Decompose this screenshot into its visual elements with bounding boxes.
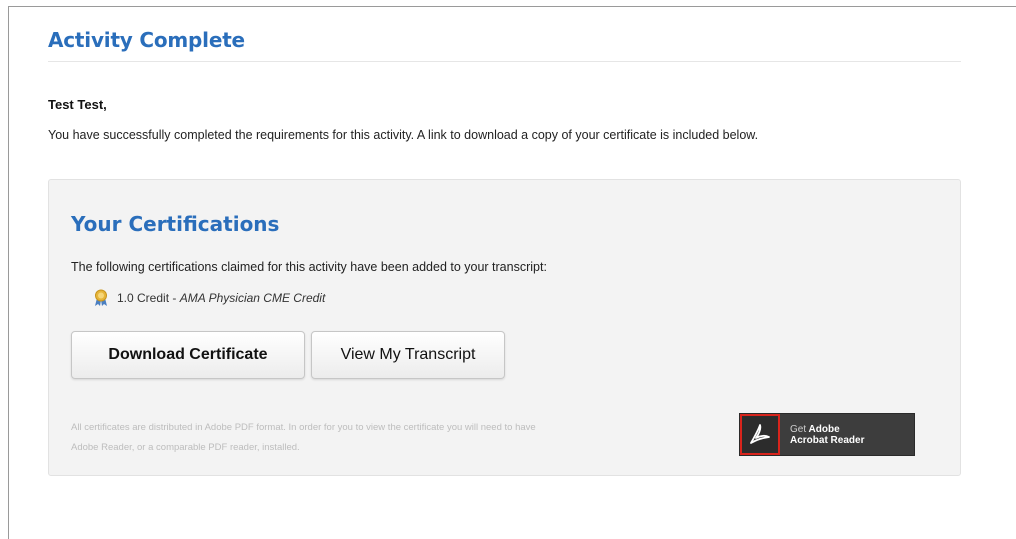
download-certificate-button[interactable]: Download Certificate	[71, 331, 305, 379]
get-adobe-reader-link[interactable]: Get Adobe Acrobat Reader	[739, 413, 915, 456]
completion-message: You have successfully completed the requ…	[48, 128, 759, 142]
pdf-format-note: All certificates are distributed in Adob…	[71, 418, 711, 458]
greeting-name: Test Test,	[48, 97, 107, 112]
certifications-panel: Your Certifications The following certif…	[48, 179, 961, 476]
title-divider	[48, 61, 961, 62]
credit-list-item: 1.0 Credit - AMA Physician CME Credit	[93, 289, 325, 307]
pdf-note-line-2: Adobe Reader, or a comparable PDF reader…	[71, 442, 300, 453]
adobe-badge-brand: Adobe	[808, 423, 840, 435]
page-title: Activity Complete	[48, 28, 245, 52]
award-ribbon-icon	[93, 289, 109, 307]
adobe-badge-get: Get	[790, 423, 807, 435]
view-transcript-button[interactable]: View My Transcript	[311, 331, 505, 379]
credit-amount: 1.0 Credit	[117, 291, 170, 305]
adobe-badge-product: Acrobat Reader	[790, 434, 865, 446]
certifications-description: The following certifications claimed for…	[71, 260, 547, 274]
pdf-note-line-1: All certificates are distributed in Adob…	[71, 422, 536, 433]
adobe-badge-text: Get Adobe Acrobat Reader	[790, 424, 864, 446]
credit-name: AMA Physician CME Credit	[179, 291, 326, 305]
adobe-acrobat-icon	[740, 414, 780, 455]
credit-separator: -	[169, 291, 180, 305]
certifications-heading: Your Certifications	[71, 212, 280, 236]
